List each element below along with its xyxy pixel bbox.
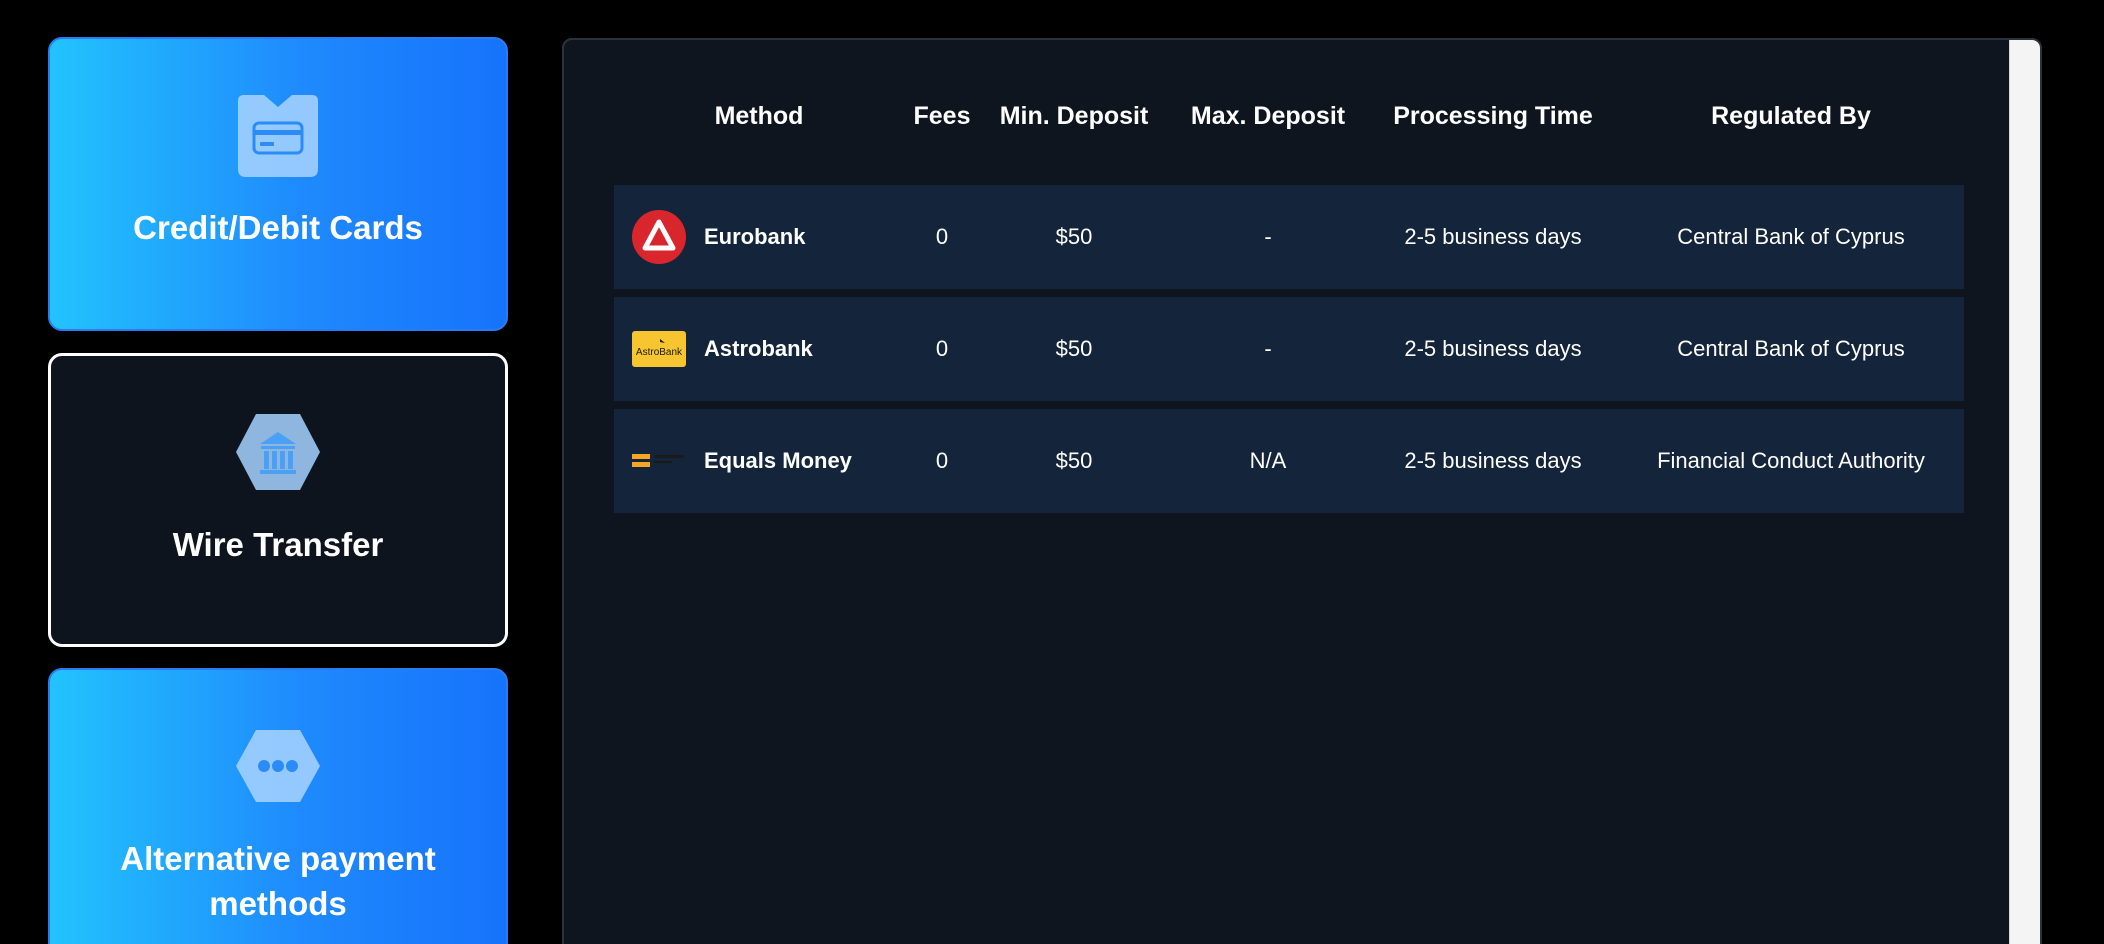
min-deposit-cell: $50 <box>1055 336 1093 361</box>
astrobank-logo: AstroBank <box>632 322 686 376</box>
table-row: Equals Money 0 $50 N/A 2-5 business days… <box>614 409 1964 513</box>
method-cell: AstroBank Astrobank <box>632 322 813 376</box>
regulated-by-cell: Central Bank of Cyprus <box>1677 336 1905 361</box>
header-method: Method <box>714 102 804 130</box>
header-fees: Fees <box>913 102 971 130</box>
astrobank-logo-text: AstroBank <box>636 347 683 358</box>
category-card-wire-transfer[interactable]: Wire Transfer <box>48 353 508 647</box>
method-name: Eurobank <box>704 224 806 249</box>
scrollbar[interactable] <box>2009 40 2040 944</box>
header-processing-time: Processing Time <box>1393 102 1593 130</box>
page: Credit/Debit Cards Wire Transfer Alterna… <box>0 0 2104 944</box>
table-row: AstroBank Astrobank 0 $50 - 2-5 business… <box>614 297 1964 401</box>
eurobank-logo <box>632 210 686 264</box>
more-dots-icon <box>234 722 322 810</box>
regulated-by-cell: Financial Conduct Authority <box>1657 448 1925 473</box>
equals-money-logo <box>632 434 686 488</box>
max-deposit-cell: - <box>1264 336 1272 361</box>
category-title: Credit/Debit Cards <box>133 209 423 246</box>
credit-card-icon <box>234 91 322 179</box>
min-deposit-cell: $50 <box>1055 224 1093 249</box>
method-name: Equals Money <box>704 448 852 473</box>
category-card-credit-debit[interactable]: Credit/Debit Cards <box>48 37 508 331</box>
fees-cell: 0 <box>935 336 949 361</box>
method-name: Astrobank <box>704 336 813 361</box>
header-min-deposit: Min. Deposit <box>999 102 1149 130</box>
payment-methods-panel: Method Fees Min. Deposit Max. Deposit Pr… <box>562 38 2042 944</box>
max-deposit-cell: - <box>1264 224 1272 249</box>
regulated-by-cell: Central Bank of Cyprus <box>1677 224 1905 249</box>
processing-time-cell: 2-5 business days <box>1404 336 1582 361</box>
header-regulated-by: Regulated By <box>1711 102 1871 130</box>
header-max-deposit: Max. Deposit <box>1190 102 1346 130</box>
method-cell: Eurobank <box>632 210 805 264</box>
min-deposit-cell: $50 <box>1055 448 1093 473</box>
table-header: Method Fees Min. Deposit Max. Deposit Pr… <box>614 40 1964 185</box>
max-deposit-cell: N/A <box>1249 448 1287 473</box>
payment-methods-table: Method Fees Min. Deposit Max. Deposit Pr… <box>614 40 1964 521</box>
fees-cell: 0 <box>935 224 949 249</box>
fees-cell: 0 <box>935 448 949 473</box>
table-row: Eurobank 0 $50 - 2-5 business days Centr… <box>614 185 1964 289</box>
bank-icon <box>234 408 322 496</box>
processing-time-cell: 2-5 business days <box>1404 224 1582 249</box>
processing-time-cell: 2-5 business days <box>1404 448 1582 473</box>
category-title: Alternative payment methods <box>120 840 436 922</box>
method-cell: Equals Money <box>632 434 852 488</box>
category-title: Wire Transfer <box>172 526 384 563</box>
category-card-alternative[interactable]: Alternative payment methods <box>48 668 508 944</box>
